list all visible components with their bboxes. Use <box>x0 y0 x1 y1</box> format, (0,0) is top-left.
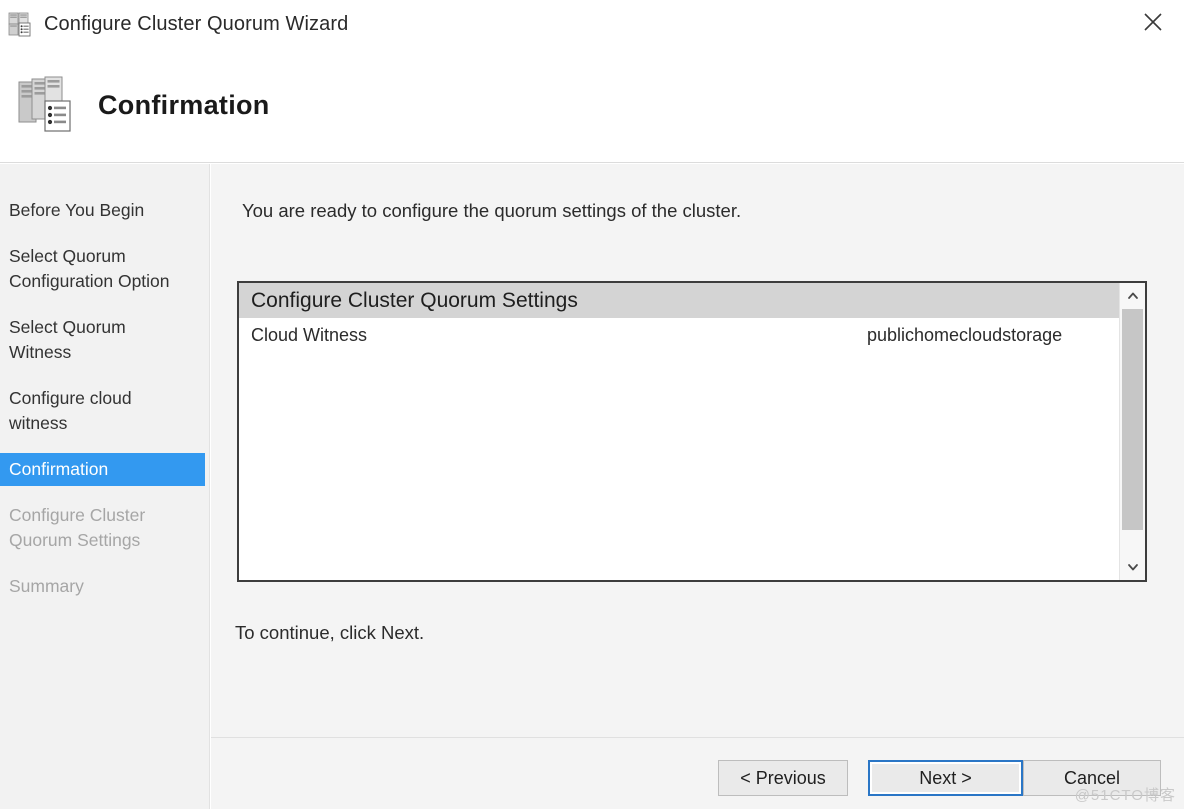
sidebar-item-select-quorum-configuration-option[interactable]: Select Quorum Configuration Option <box>0 240 209 298</box>
previous-button[interactable]: < Previous <box>718 760 848 796</box>
cluster-servers-icon <box>8 11 34 37</box>
window-title: Configure Cluster Quorum Wizard <box>44 12 349 35</box>
title-bar: Configure Cluster Quorum Wizard <box>0 0 1184 48</box>
outro-text: To continue, click Next. <box>235 622 425 643</box>
sidebar-item-summary: Summary <box>9 576 84 596</box>
sidebar-item-select-quorum-witness[interactable]: Select Quorum Witness <box>0 311 209 369</box>
close-icon[interactable] <box>1130 2 1176 42</box>
listbox-body: Configure Cluster Quorum Settings Cloud … <box>239 283 1119 580</box>
wizard-footer: < Previous Next > Cancel <box>211 737 1184 809</box>
listbox-header: Configure Cluster Quorum Settings <box>239 283 1119 318</box>
sidebar-item-before-you-begin[interactable]: Before You Begin <box>0 194 209 227</box>
scrollbar-track[interactable] <box>1120 309 1145 554</box>
sidebar-item-configure-cluster-quorum-settings: Configure Cluster Quorum Settings <box>9 505 146 550</box>
table-row: Cloud Witness publichomecloudstorage <box>239 318 1119 352</box>
main-content: You are ready to configure the quorum se… <box>211 164 1184 737</box>
wizard-steps-sidebar: Before You Begin Select Quorum Configura… <box>0 164 210 809</box>
page-title: Confirmation <box>98 89 270 120</box>
chevron-up-icon[interactable] <box>1120 283 1145 309</box>
sidebar-item-configure-cloud-witness[interactable]: Configure cloud witness <box>0 382 209 440</box>
wizard-banner: Confirmation <box>0 48 1184 163</box>
intro-text: You are ready to configure the quorum se… <box>242 200 742 221</box>
vertical-scrollbar[interactable] <box>1119 283 1145 580</box>
next-button[interactable]: Next > <box>868 760 1023 796</box>
scrollbar-thumb[interactable] <box>1122 309 1143 530</box>
watermark: @51CTO博客 <box>1074 787 1176 804</box>
row-key: Cloud Witness <box>251 324 368 345</box>
summary-listbox: Configure Cluster Quorum Settings Cloud … <box>237 281 1147 582</box>
row-value: publichomecloudstorage <box>867 324 1063 345</box>
chevron-down-icon[interactable] <box>1120 554 1145 580</box>
cluster-servers-checklist-icon <box>16 74 78 136</box>
sidebar-item-confirmation[interactable]: Confirmation <box>0 453 205 486</box>
